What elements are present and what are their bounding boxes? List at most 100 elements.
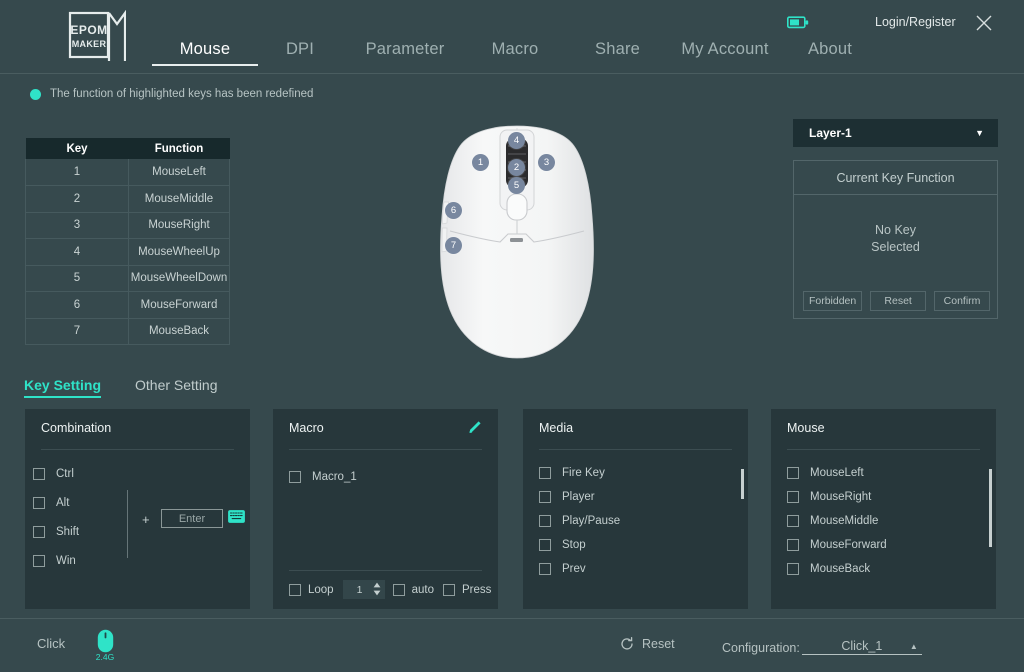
media-option-fire-key[interactable]: Fire Key xyxy=(539,461,738,485)
mouse-diagram[interactable]: 1 2 3 4 5 6 7 xyxy=(424,124,610,369)
mouse-badge-4[interactable]: 4 xyxy=(508,132,525,149)
table-row[interactable]: 1 MouseLeft xyxy=(25,159,230,186)
checkbox[interactable] xyxy=(33,525,45,538)
mouse-option-mouseright[interactable]: MouseRight xyxy=(787,485,986,509)
option-label: Shift xyxy=(56,525,80,538)
tab-other-setting[interactable]: Other Setting xyxy=(135,377,218,393)
close-icon[interactable] xyxy=(973,12,995,34)
current-key-function-panel: Current Key Function No Key Selected For… xyxy=(793,160,998,319)
checkbox[interactable] xyxy=(539,539,551,551)
configuration-value: Click_1 xyxy=(841,639,883,653)
mouse-badge-7[interactable]: 7 xyxy=(445,237,462,254)
checkbox[interactable] xyxy=(787,515,799,527)
layer-select[interactable]: Layer-1 ▼ xyxy=(793,119,998,147)
reset-key-button[interactable]: Reset xyxy=(870,291,927,311)
mouse-panel-title: Mouse xyxy=(787,421,825,435)
checkbox[interactable] xyxy=(289,471,301,483)
cell-function: MouseMiddle xyxy=(128,185,230,213)
media-title: Media xyxy=(539,421,574,435)
checkbox[interactable] xyxy=(539,515,551,527)
badge-label: 6 xyxy=(450,205,457,216)
configuration-selector[interactable]: Configuration: Click_1 ▲ xyxy=(722,637,922,655)
media-option-player[interactable]: Player xyxy=(539,485,738,509)
checkbox[interactable] xyxy=(33,496,45,509)
cell-function: MouseBack xyxy=(128,318,230,345)
press-checkbox[interactable] xyxy=(442,583,455,596)
tab-about-label: About xyxy=(807,40,853,58)
pencil-icon[interactable] xyxy=(467,420,482,435)
checkbox[interactable] xyxy=(787,491,799,503)
combination-option-win[interactable]: Win xyxy=(33,546,79,575)
loop-checkbox[interactable] xyxy=(289,583,301,596)
media-scrollbar-thumb[interactable] xyxy=(741,469,744,499)
combination-key-field[interactable]: Enter xyxy=(161,509,223,528)
checkbox[interactable] xyxy=(787,539,799,551)
table-row[interactable]: 4 MouseWheelUp xyxy=(25,238,230,266)
login-register-link[interactable]: Login/Register xyxy=(875,15,956,29)
checkbox[interactable] xyxy=(33,554,45,567)
media-option-stop[interactable]: Stop xyxy=(539,533,738,557)
option-label: MouseMiddle xyxy=(810,515,879,527)
mouse-badge-5[interactable]: 5 xyxy=(508,177,525,194)
media-option-prev[interactable]: Prev xyxy=(539,557,738,581)
table-row[interactable]: 5 MouseWheelDown xyxy=(25,265,230,292)
table-header-row: Key Function xyxy=(25,138,230,159)
mouse-option-mouseleft[interactable]: MouseLeft xyxy=(787,461,986,485)
combination-modifier-list: Ctrl Alt Shift Win xyxy=(33,459,79,575)
mouse-device-icon[interactable]: 2.4G xyxy=(94,629,116,663)
combination-option-shift[interactable]: Shift xyxy=(33,517,79,546)
divider xyxy=(41,449,234,450)
mouse-badge-6[interactable]: 6 xyxy=(445,202,462,219)
combination-option-ctrl[interactable]: Ctrl xyxy=(33,459,79,488)
stepper-down-icon xyxy=(373,590,380,596)
table-row[interactable]: 3 MouseRight xyxy=(25,212,230,239)
mouse-badge-2[interactable]: 2 xyxy=(508,159,525,176)
loop-count-stepper[interactable]: 1 xyxy=(342,580,385,599)
mouse-option-mouseback[interactable]: MouseBack xyxy=(787,557,986,581)
combination-option-alt[interactable]: Alt xyxy=(33,488,79,517)
cell-key: 3 xyxy=(25,212,129,239)
notice-text: The function of highlighted keys has bee… xyxy=(50,88,314,100)
mouse-option-mousemiddle[interactable]: MouseMiddle xyxy=(787,509,986,533)
mouse-badge-1[interactable]: 1 xyxy=(472,154,489,171)
auto-checkbox[interactable] xyxy=(392,583,405,596)
tab-parameter[interactable]: Parameter xyxy=(350,40,460,66)
stepper-arrows[interactable] xyxy=(373,582,381,596)
tab-key-setting[interactable]: Key Setting xyxy=(24,377,102,398)
divider xyxy=(289,570,482,571)
configuration-field[interactable]: Click_1 ▲ xyxy=(801,637,922,655)
mouse-option-mouseforward[interactable]: MouseForward xyxy=(787,533,986,557)
table-row[interactable]: 7 MouseBack xyxy=(25,318,230,345)
confirm-button[interactable]: Confirm xyxy=(934,291,991,311)
checkbox[interactable] xyxy=(33,467,45,480)
option-label: Win xyxy=(56,554,76,567)
checkbox[interactable] xyxy=(787,563,799,575)
tab-macro[interactable]: Macro xyxy=(460,40,570,66)
cell-function: MouseLeft xyxy=(128,159,230,186)
divider xyxy=(787,449,980,450)
macro-item-macro-1[interactable]: Macro_1 xyxy=(289,465,357,489)
option-label: Alt xyxy=(56,496,70,509)
tab-share[interactable]: Share xyxy=(570,40,665,66)
keyboard-icon[interactable] xyxy=(228,510,245,523)
table-row[interactable]: 2 MouseMiddle xyxy=(25,185,230,213)
tab-mouse[interactable]: Mouse xyxy=(152,40,258,66)
checkbox[interactable] xyxy=(787,467,799,479)
reset-button[interactable]: Reset xyxy=(620,637,675,651)
forbidden-button[interactable]: Forbidden xyxy=(802,291,863,311)
table-row[interactable]: 6 MouseForward xyxy=(25,291,230,319)
divider xyxy=(539,449,732,450)
media-panel: Media Fire Key Player Play/Pause Stop Pr… xyxy=(523,409,748,609)
mouse-badge-3[interactable]: 3 xyxy=(538,154,555,171)
current-key-function-buttons: Forbidden Reset Confirm xyxy=(794,291,999,311)
checkbox[interactable] xyxy=(539,467,551,479)
mouse-scrollbar-thumb[interactable] xyxy=(989,469,992,547)
media-option-play-pause[interactable]: Play/Pause xyxy=(539,509,738,533)
tab-parameter-label: Parameter xyxy=(365,40,445,58)
tab-about[interactable]: About xyxy=(785,40,875,66)
no-key-line-1: No Key xyxy=(875,222,916,237)
tab-dpi[interactable]: DPI xyxy=(250,40,350,66)
checkbox[interactable] xyxy=(539,491,551,503)
tab-my-account[interactable]: My Account xyxy=(665,40,785,66)
checkbox[interactable] xyxy=(539,563,551,575)
